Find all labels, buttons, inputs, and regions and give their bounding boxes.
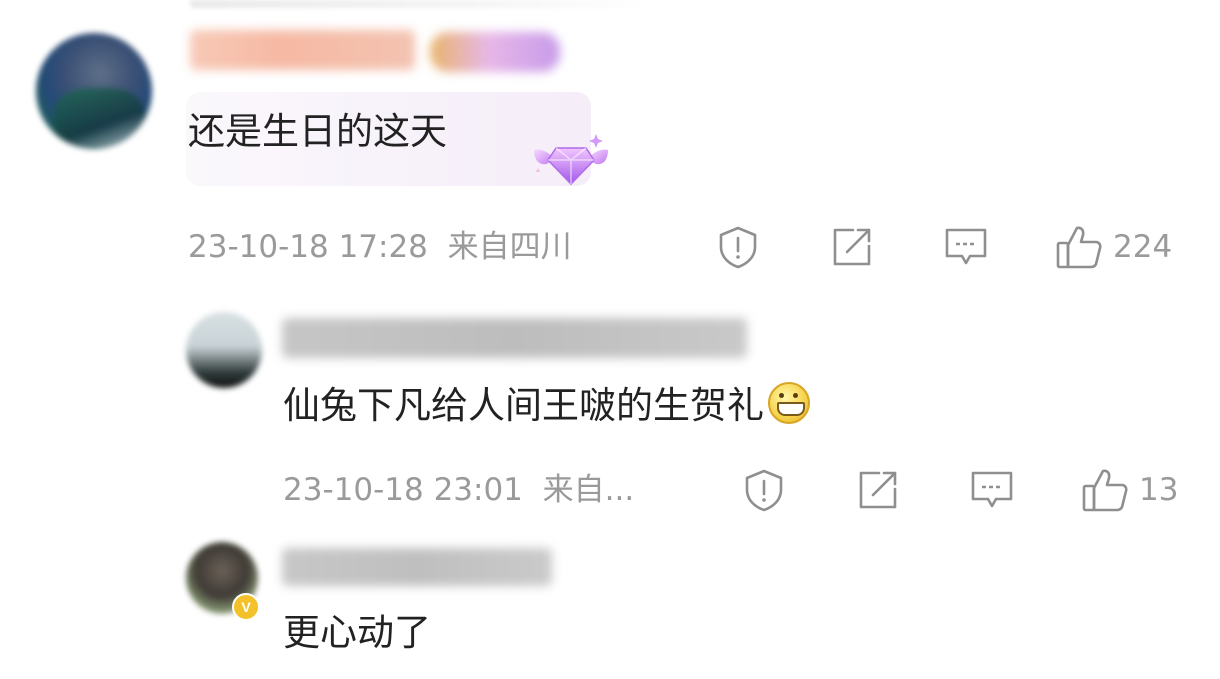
report-button[interactable]	[742, 468, 786, 512]
reply-button[interactable]	[944, 226, 988, 268]
location: 来自...	[542, 472, 635, 508]
report-button[interactable]	[716, 225, 760, 269]
location: 来自四川	[447, 229, 572, 265]
share-icon	[833, 228, 871, 266]
comment-icon	[971, 471, 1013, 508]
comment-text: 还是生日的这天	[188, 110, 447, 153]
like-count: 224	[1113, 229, 1173, 265]
report-shield-icon	[719, 226, 757, 269]
comment-text: 仙兔下凡给人间王啵的生贺礼	[283, 382, 810, 428]
share-icon	[859, 471, 897, 509]
username-blurred[interactable]	[282, 548, 552, 586]
diamond-wings-icon	[534, 134, 608, 186]
previous-comment-fade	[190, 0, 650, 8]
username-blurred[interactable]	[282, 318, 747, 358]
comment-text: 更心动了	[283, 611, 431, 654]
user-medal-blurred	[430, 32, 560, 72]
comment-meta: 23-10-18 17:28 来自四川	[188, 229, 572, 265]
avatar[interactable]	[36, 33, 152, 149]
thumbs-up-icon	[1082, 469, 1128, 512]
like-button[interactable]: 13	[1081, 467, 1178, 513]
comment-list: 还是生日的这天 23-10-18 17:28 来自四川 224 仙兔下凡给人间王…	[0, 0, 1220, 679]
avatar[interactable]	[186, 312, 262, 388]
share-button[interactable]	[857, 469, 899, 511]
comment-icon	[945, 228, 987, 265]
thumbs-up-icon	[1056, 226, 1102, 269]
grin-emoji-icon	[768, 382, 810, 424]
username-blurred[interactable]	[190, 30, 415, 70]
reply-button[interactable]	[970, 469, 1014, 511]
verified-badge: V	[232, 593, 260, 621]
like-button[interactable]: 224	[1055, 224, 1172, 270]
report-shield-icon	[745, 469, 783, 512]
share-button[interactable]	[831, 226, 873, 268]
comment-text-content: 仙兔下凡给人间王啵的生贺礼	[283, 384, 764, 427]
comment-meta: 23-10-18 23:01 来自...	[283, 472, 634, 508]
timestamp: 23-10-18 23:01	[283, 472, 523, 508]
timestamp: 23-10-18 17:28	[188, 229, 428, 265]
like-count: 13	[1139, 472, 1179, 508]
